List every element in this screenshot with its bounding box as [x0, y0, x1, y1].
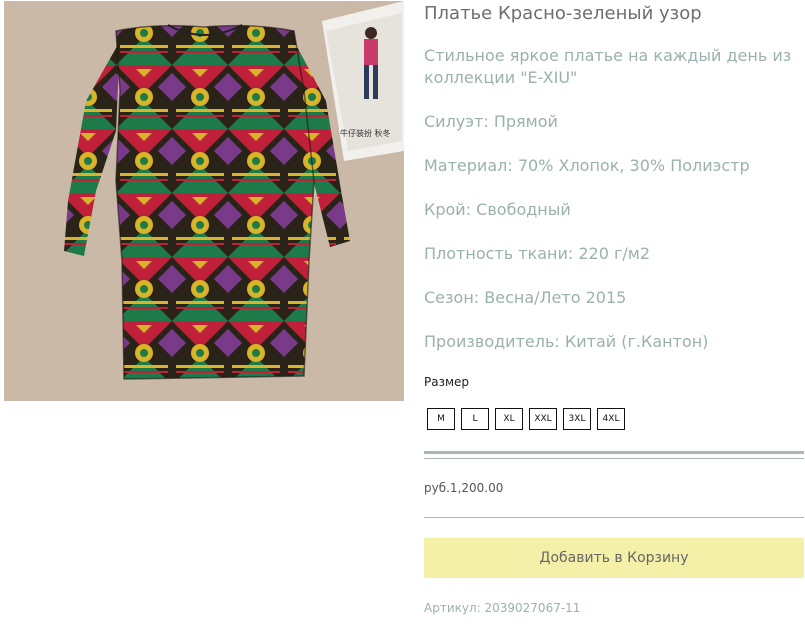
divider	[424, 517, 804, 518]
size-option-xxl[interactable]: XXL	[529, 408, 557, 430]
size-option-3xl[interactable]: 3XL	[563, 408, 591, 430]
size-option-xl[interactable]: XL	[495, 408, 523, 430]
attr-cut: Крой: Свободный	[424, 200, 571, 219]
size-option-m[interactable]: M	[427, 408, 455, 430]
attr-season: Сезон: Весна/Лето 2015	[424, 288, 627, 307]
dress-photo: 牛仔装扮 秋冬	[4, 1, 404, 401]
magazine-text: 牛仔装扮 秋冬	[340, 128, 391, 138]
attr-manufacturer: Производитель: Китай (г.Кантон)	[424, 332, 709, 351]
sku: Артикул: 2039027067-11	[424, 601, 581, 615]
size-options: M L XL XXL 3XL 4XL	[427, 408, 625, 430]
price: руб.1,200.00	[424, 481, 504, 495]
divider	[424, 451, 804, 459]
size-option-l[interactable]: L	[461, 408, 489, 430]
size-option-4xl[interactable]: 4XL	[597, 408, 625, 430]
attr-silhouette: Силуэт: Прямой	[424, 112, 558, 131]
product-image: 牛仔装扮 秋冬	[4, 1, 404, 401]
attr-density: Плотность ткани: 220 г/м2	[424, 244, 651, 263]
add-to-cart-button[interactable]: Добавить в Корзину	[424, 538, 804, 578]
size-label: Размер	[424, 375, 470, 389]
product-title: Платье Красно-зеленый узор	[424, 3, 702, 24]
product-description: Стильное яркое платье на каждый день из …	[424, 46, 792, 87]
attr-material: Материал: 70% Хлопок, 30% Полиэстр	[424, 156, 750, 175]
